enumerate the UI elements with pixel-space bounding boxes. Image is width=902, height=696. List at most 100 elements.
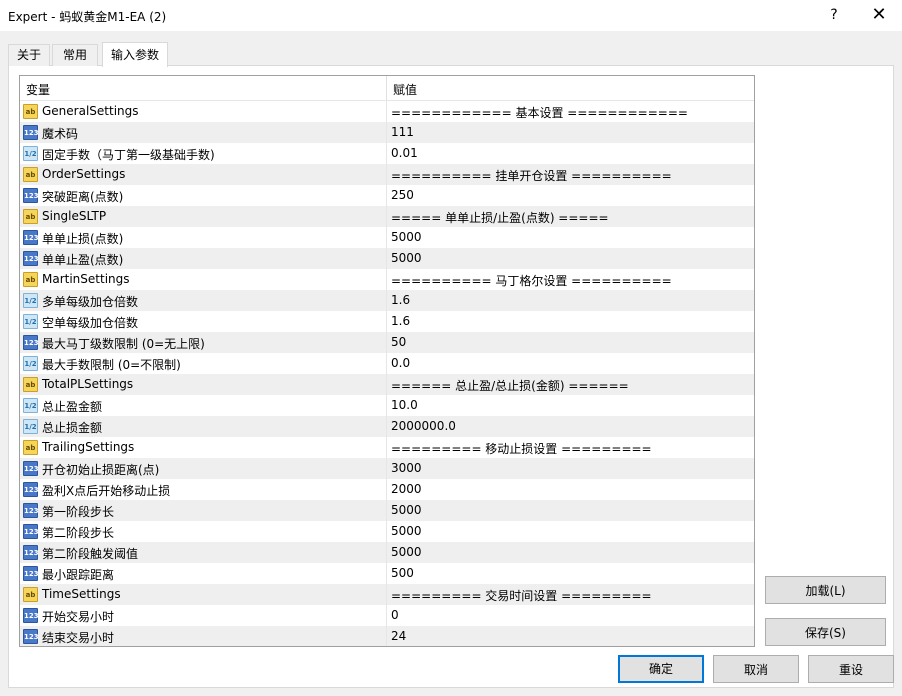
- parameter-value[interactable]: 2000000.0: [391, 419, 456, 433]
- parameter-value[interactable]: 5000: [391, 251, 422, 265]
- parameter-row[interactable]: ab TrailingSettings ========= 移动止损设置 =====…: [20, 437, 754, 458]
- parameter-row[interactable]: 1/2 空单每级加仓倍数 1.6: [20, 311, 754, 332]
- parameter-value[interactable]: 500: [391, 566, 414, 580]
- parameter-row[interactable]: ab OrderSettings ========== 挂单开仓设置 =======…: [20, 164, 754, 185]
- help-button[interactable]: ?: [820, 4, 848, 26]
- parameter-value[interactable]: 2000: [391, 482, 422, 496]
- double-type-icon: 1/2: [23, 419, 38, 434]
- parameter-value[interactable]: 0: [391, 608, 399, 622]
- parameter-name: MartinSettings: [42, 272, 130, 286]
- parameter-row[interactable]: 123 第二阶段步长 5000: [20, 521, 754, 542]
- cancel-button[interactable]: 取消: [713, 655, 799, 683]
- column-divider: [386, 395, 387, 416]
- integer-type-icon: 123: [23, 566, 39, 581]
- parameter-name: 总止损金额: [42, 421, 103, 435]
- tab-common[interactable]: 常用: [52, 44, 98, 66]
- parameter-row[interactable]: 123 开仓初始止损距离(点) 3000: [20, 458, 754, 479]
- parameter-row[interactable]: 1/2 多单每级加仓倍数 1.6: [20, 290, 754, 311]
- column-divider: [386, 269, 387, 290]
- close-button[interactable]: ✕: [865, 4, 893, 26]
- double-type-icon: 1/2: [23, 356, 38, 371]
- parameter-row[interactable]: 123 第二阶段触发阈值 5000: [20, 542, 754, 563]
- parameter-row[interactable]: 123 最大马丁级数限制 (0=无上限) 50: [20, 332, 754, 353]
- parameter-name: 单单止损(点数): [42, 232, 124, 246]
- integer-type-icon: 123: [23, 608, 39, 623]
- parameter-row[interactable]: 123 结束交易小时 24: [20, 626, 754, 646]
- parameter-value[interactable]: ============ 基本设置 ============: [391, 104, 688, 121]
- column-divider: [386, 227, 387, 248]
- column-divider: [386, 122, 387, 143]
- reset-button[interactable]: 重设: [808, 655, 894, 683]
- parameter-value[interactable]: 1.6: [391, 293, 410, 307]
- string-type-icon: ab: [23, 167, 38, 182]
- integer-type-icon: 123: [23, 503, 39, 518]
- column-divider: [386, 584, 387, 605]
- parameter-name: 最大马丁级数限制 (0=无上限): [42, 337, 205, 351]
- parameter-value[interactable]: ====== 总止盈/总止损(金额) ======: [391, 377, 629, 394]
- parameter-row[interactable]: 1/2 固定手数（马丁第一级基础手数) 0.01: [20, 143, 754, 164]
- tab-inputs[interactable]: 输入参数: [102, 42, 168, 67]
- parameter-value[interactable]: ===== 单单止损/止盈(点数) =====: [391, 209, 609, 226]
- integer-type-icon: 123: [23, 335, 39, 350]
- parameter-value[interactable]: 5000: [391, 503, 422, 517]
- parameter-row[interactable]: 1/2 最大手数限制 (0=不限制) 0.0: [20, 353, 754, 374]
- double-type-icon: 1/2: [23, 146, 38, 161]
- parameter-name: 单单止盈(点数): [42, 253, 124, 267]
- save-button[interactable]: 保存(S): [765, 618, 886, 646]
- parameter-value[interactable]: ========= 交易时间设置 =========: [391, 587, 652, 604]
- parameter-value[interactable]: 0.0: [391, 356, 410, 370]
- parameter-value[interactable]: 1.6: [391, 314, 410, 328]
- parameter-name: 第二阶段步长: [42, 526, 115, 540]
- parameter-row[interactable]: ab GeneralSettings ============ 基本设置 =====…: [20, 101, 754, 122]
- parameter-value[interactable]: 10.0: [391, 398, 418, 412]
- column-header-variable[interactable]: 变量: [26, 81, 50, 98]
- column-divider: [386, 353, 387, 374]
- parameter-value[interactable]: 3000: [391, 461, 422, 475]
- parameter-value[interactable]: ========== 挂单开仓设置 ==========: [391, 167, 672, 184]
- column-header-value[interactable]: 赋值: [393, 81, 417, 98]
- parameter-row[interactable]: ab MartinSettings ========== 马丁格尔设置 ======…: [20, 269, 754, 290]
- window-title: Expert - 蚂蚁黄金M1-EA (2): [8, 10, 167, 24]
- parameter-value[interactable]: 24: [391, 629, 406, 643]
- parameter-row[interactable]: ab SingleSLTP ===== 单单止损/止盈(点数) =====: [20, 206, 754, 227]
- parameter-value[interactable]: 5000: [391, 524, 422, 538]
- parameter-row[interactable]: 123 最小跟踪距离 500: [20, 563, 754, 584]
- load-button[interactable]: 加载(L): [765, 576, 886, 604]
- column-divider: [386, 521, 387, 542]
- parameter-name: 第一阶段步长: [42, 505, 115, 519]
- parameter-value[interactable]: ========== 马丁格尔设置 ==========: [391, 272, 672, 289]
- parameters-grid: 变量 赋值 ab GeneralSettings ============ 基本设置…: [19, 75, 755, 647]
- parameter-row[interactable]: 123 第一阶段步长 5000: [20, 500, 754, 521]
- integer-type-icon: 123: [23, 251, 39, 266]
- parameter-value[interactable]: 5000: [391, 545, 422, 559]
- parameter-row[interactable]: 1/2 总止盈金额 10.0: [20, 395, 754, 416]
- parameter-row[interactable]: 1/2 总止损金额 2000000.0: [20, 416, 754, 437]
- parameter-value[interactable]: ========= 移动止损设置 =========: [391, 440, 652, 457]
- parameter-row[interactable]: 123 开始交易小时 0: [20, 605, 754, 626]
- parameter-name: 固定手数（马丁第一级基础手数): [42, 148, 215, 162]
- parameter-value[interactable]: 0.01: [391, 146, 418, 160]
- column-divider: [386, 500, 387, 521]
- parameter-row[interactable]: ab TotalPLSettings ====== 总止盈/总止损(金额) ====…: [20, 374, 754, 395]
- string-type-icon: ab: [23, 587, 38, 602]
- parameter-name: TrailingSettings: [42, 440, 135, 454]
- tab-about[interactable]: 关于: [8, 44, 50, 66]
- parameter-name: 多单每级加仓倍数: [42, 295, 139, 309]
- parameter-value[interactable]: 5000: [391, 230, 422, 244]
- parameter-value[interactable]: 250: [391, 188, 414, 202]
- parameter-row[interactable]: 123 单单止损(点数) 5000: [20, 227, 754, 248]
- parameter-value[interactable]: 111: [391, 125, 414, 139]
- ok-button[interactable]: 确定: [618, 655, 704, 683]
- parameter-value[interactable]: 50: [391, 335, 406, 349]
- parameter-row[interactable]: 123 盈利X点后开始移动止损 2000: [20, 479, 754, 500]
- parameter-row[interactable]: 123 单单止盈(点数) 5000: [20, 248, 754, 269]
- parameter-row[interactable]: ab TimeSettings ========= 交易时间设置 =========: [20, 584, 754, 605]
- string-type-icon: ab: [23, 272, 38, 287]
- column-divider: [386, 479, 387, 500]
- parameter-row[interactable]: 123 魔术码 111: [20, 122, 754, 143]
- title-bar: Expert - 蚂蚁黄金M1-EA (2) ? ✕: [0, 0, 902, 31]
- parameter-name: 盈利X点后开始移动止损: [42, 484, 171, 498]
- parameter-row[interactable]: 123 突破距离(点数) 250: [20, 185, 754, 206]
- parameter-name: OrderSettings: [42, 167, 126, 181]
- column-divider: [386, 143, 387, 164]
